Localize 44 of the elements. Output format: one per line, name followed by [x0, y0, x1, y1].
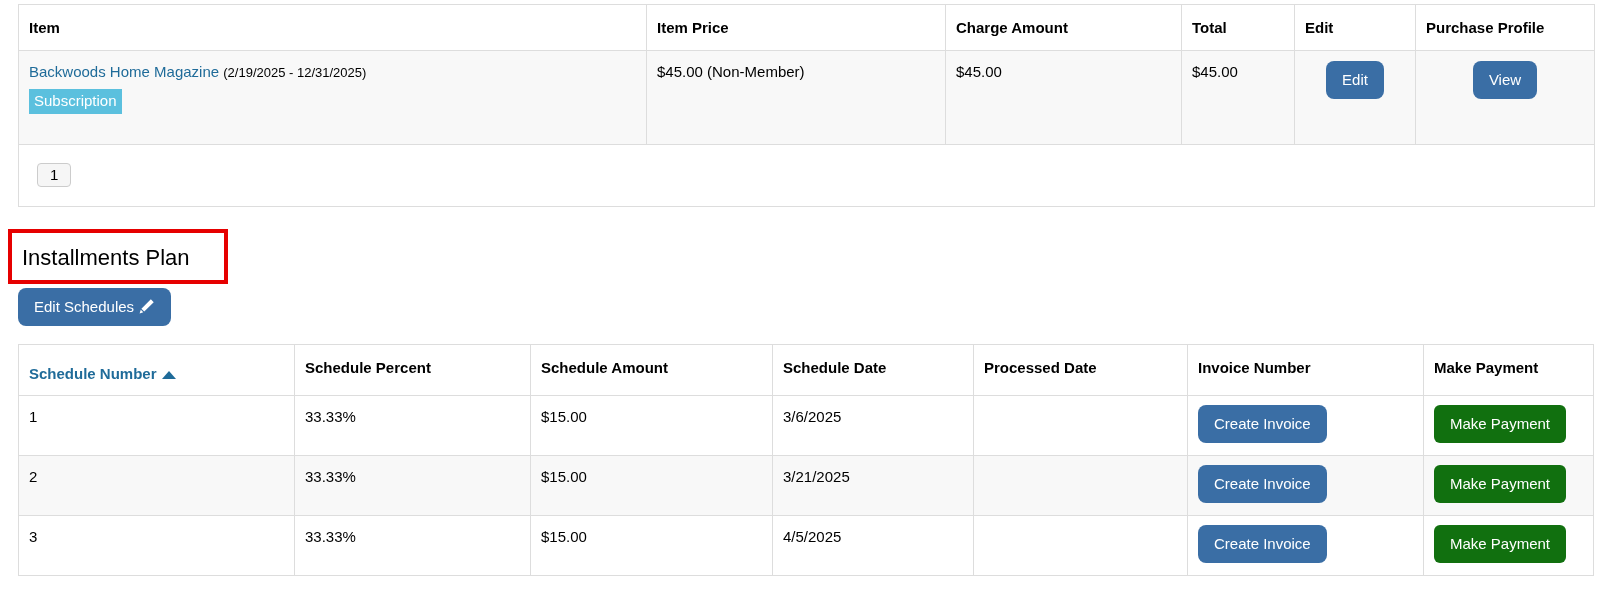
table-cell: $45.00	[945, 50, 1182, 144]
section-heading: Installments Plan	[8, 228, 228, 284]
table-cell: $15.00	[530, 455, 773, 516]
table-cell: 33.33%	[294, 455, 531, 516]
column-header: Item Price	[646, 4, 946, 50]
table-cell: 3/21/2025	[772, 455, 974, 516]
table-cell: 33.33%	[294, 395, 531, 456]
sort-header[interactable]: Schedule Number	[18, 344, 295, 396]
item-link[interactable]: Backwoods Home Magazine	[29, 62, 220, 80]
table-cell: $45.00 (Non-Member)	[646, 50, 946, 144]
edit-schedules-button[interactable]: Edit Schedules	[18, 287, 172, 326]
table-cell: $45.00	[1181, 50, 1295, 144]
column-header: Edit	[1294, 4, 1416, 50]
column-header: Invoice Number	[1187, 344, 1424, 396]
table-cell: $15.00	[530, 395, 773, 456]
table-cell: 3	[18, 515, 295, 576]
make-payment-button[interactable]: Make Payment	[1434, 405, 1567, 443]
sort-arrow-icon	[160, 369, 177, 380]
table-cell: 1	[18, 395, 295, 456]
table-cell: 3/6/2025	[772, 395, 974, 456]
column-header: Schedule Amount	[530, 344, 773, 396]
make-payment-button[interactable]: Make Payment	[1434, 525, 1567, 563]
column-header: Make Payment	[1423, 344, 1594, 396]
column-header: Total	[1181, 4, 1295, 50]
column-header: Schedule Percent	[294, 344, 531, 396]
date-range: (2/19/2025 - 12/31/2025)	[223, 64, 367, 80]
column-header: Charge Amount	[945, 4, 1182, 50]
column-header: Schedule Date	[772, 344, 974, 396]
create-invoice-button[interactable]: Create Invoice	[1198, 525, 1327, 563]
create-invoice-button[interactable]: Create Invoice	[1198, 405, 1327, 443]
column-header: Item	[18, 4, 647, 50]
table-cell: 33.33%	[294, 515, 531, 576]
table-cell: 4/5/2025	[772, 515, 974, 576]
subscription-tag: Subscription	[29, 89, 122, 114]
make-payment-button[interactable]: Make Payment	[1434, 465, 1567, 503]
view-button[interactable]: View	[1472, 60, 1538, 99]
column-header: Processed Date	[973, 344, 1188, 396]
table-cell: $15.00	[530, 515, 773, 576]
edit-button[interactable]: Edit	[1326, 60, 1384, 99]
pencil-icon	[138, 298, 156, 315]
table-cell: 2	[18, 455, 295, 516]
page-button[interactable]: 1	[37, 162, 72, 187]
column-header: Purchase Profile	[1415, 4, 1595, 50]
create-invoice-button[interactable]: Create Invoice	[1198, 465, 1327, 503]
